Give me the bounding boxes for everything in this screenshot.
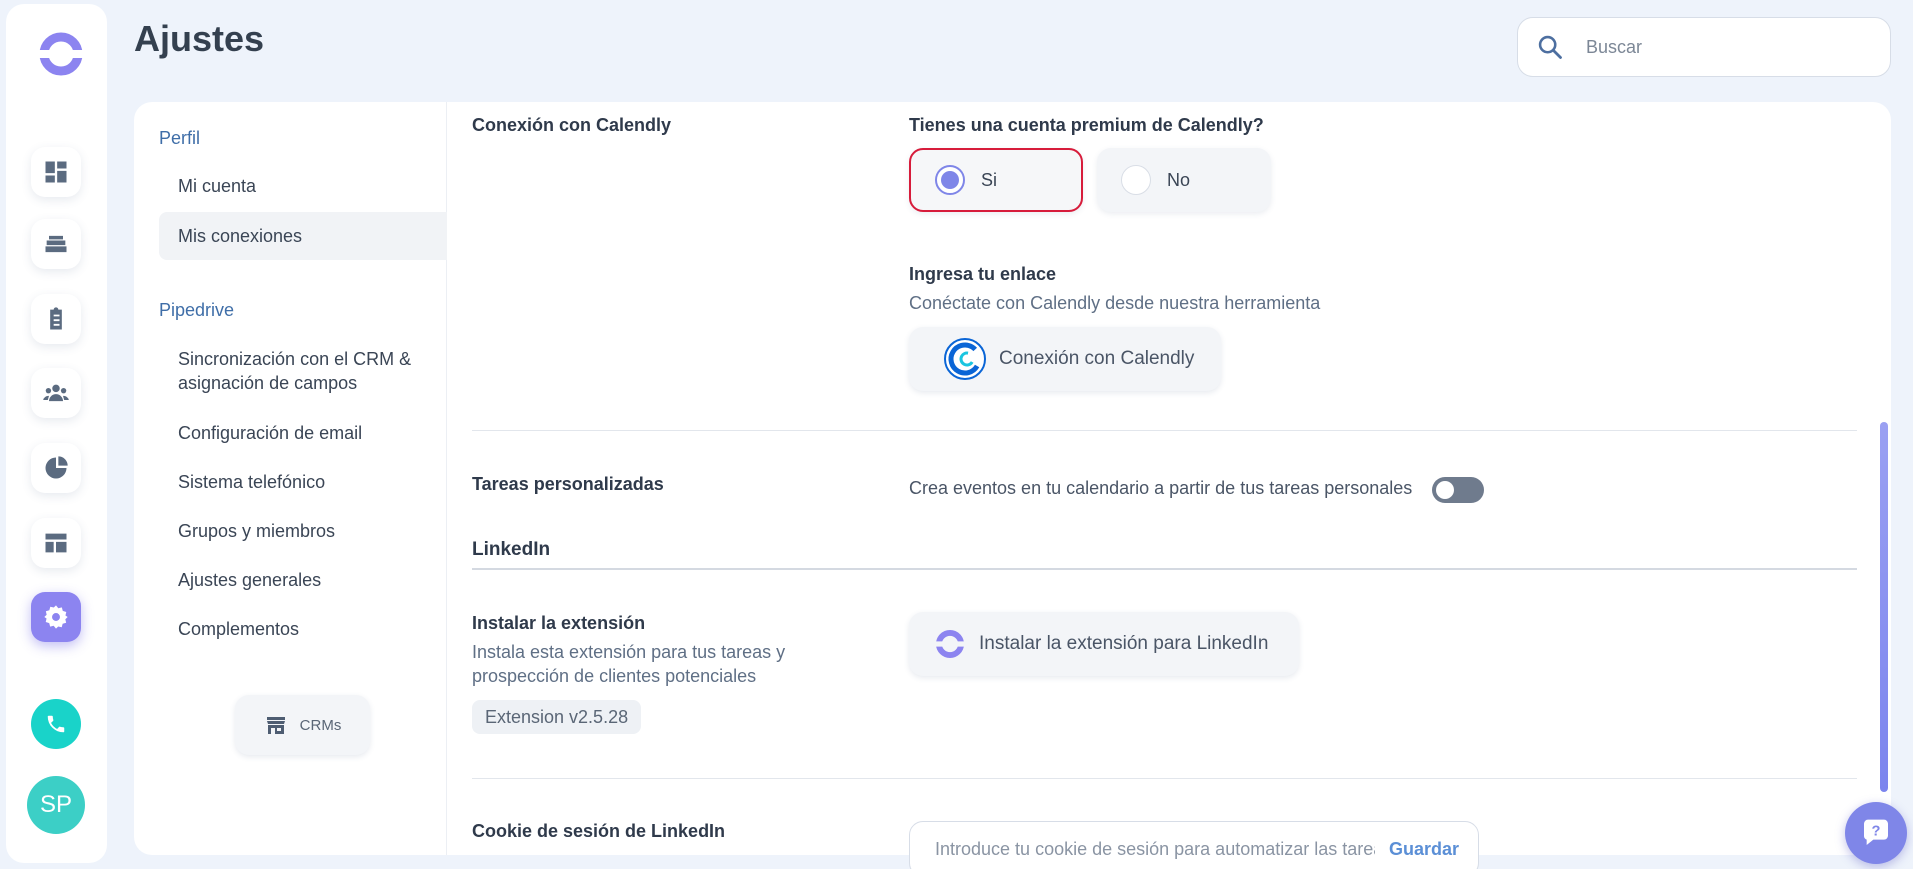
reports-icon[interactable] — [31, 443, 81, 493]
contacts-icon[interactable] — [31, 368, 81, 418]
search-icon — [1538, 35, 1562, 59]
settings-content: Conexión con Calendly Tienes una cuenta … — [472, 102, 1891, 855]
chat-help-icon: ? — [1863, 819, 1888, 845]
linkedin-heading: LinkedIn — [472, 539, 551, 560]
linkedin-install-label: Instalar la extensión — [472, 613, 646, 633]
calendly-question: Tienes una cuenta premium de Calendly? — [909, 115, 1264, 135]
calendly-link-desc: Conéctate con Calendly desde nuestra her… — [909, 293, 1321, 313]
svg-text:?: ? — [1872, 824, 1881, 840]
radio-no-indicator — [1121, 165, 1151, 195]
linkedin-cookie-field[interactable]: Guardar — [909, 821, 1479, 869]
store-icon — [266, 717, 285, 734]
subnav-item-grupos[interactable]: Grupos y miembros — [159, 519, 447, 543]
help-chat-button[interactable]: ? — [1845, 802, 1907, 864]
search-input[interactable] — [1586, 36, 1846, 58]
settings-icon[interactable] — [31, 592, 81, 642]
settings-card: Perfil Mi cuenta Mis conexiones Pipedriv… — [134, 102, 1891, 855]
divider — [472, 430, 1857, 431]
crms-label: CRMs — [299, 716, 342, 734]
app-sidebar: SP — [6, 4, 107, 863]
radio-si-label: Si — [981, 169, 998, 190]
subnav-item-email[interactable]: Configuración de email — [159, 421, 447, 445]
phone-icon — [47, 715, 65, 733]
calendly-connect-label: Conexión con Calendly — [999, 348, 1195, 369]
app-logo-icon — [935, 629, 965, 659]
calendly-connect-button[interactable]: Conexión con Calendly — [909, 327, 1221, 391]
subnav-item-telefono[interactable]: Sistema telefónico — [159, 470, 447, 494]
section-perfil: Perfil — [159, 128, 201, 148]
cookie-save-button[interactable]: Guardar — [1389, 839, 1459, 860]
inbox-icon[interactable] — [31, 219, 81, 269]
linkedin-cookie-input[interactable] — [935, 838, 1375, 860]
search-box[interactable] — [1517, 17, 1891, 77]
subnav-item-mi-cuenta[interactable]: Mi cuenta — [159, 174, 447, 198]
page-title: Ajustes — [134, 18, 265, 59]
calendly-icon — [944, 338, 986, 380]
tasks-toggle[interactable] — [1432, 477, 1484, 503]
phone-button[interactable] — [31, 699, 81, 749]
extension-version-badge: Extension v2.5.28 — [472, 700, 642, 734]
divider — [472, 568, 1857, 570]
subnav-item-ajustes-generales[interactable]: Ajustes generales — [159, 568, 447, 592]
subnav-item-sincronizacion[interactable]: Sincronización con el CRM & asignación d… — [159, 347, 429, 395]
scrollbar[interactable] — [1880, 102, 1888, 855]
radio-option-si[interactable]: Si — [909, 148, 1083, 212]
linkedin-install-desc: Instala esta extensión para tus tareas y… — [472, 642, 786, 686]
section-pipedrive: Pipedrive — [159, 300, 235, 320]
radio-option-no[interactable]: No — [1097, 148, 1271, 212]
tasks-icon[interactable] — [31, 294, 81, 344]
calendly-label: Conexión con Calendly — [472, 115, 672, 135]
linkedin-cookie-label: Cookie de sesión de LinkedIn — [472, 821, 726, 841]
radio-no-label: No — [1167, 169, 1191, 190]
linkedin-install-button-label: Instalar la extensión para LinkedIn — [979, 633, 1269, 654]
calendly-link-title: Ingresa tu enlace — [909, 264, 1057, 284]
tasks-desc: Crea eventos en tu calendario a partir d… — [909, 478, 1413, 498]
scrollbar-thumb[interactable] — [1880, 422, 1888, 792]
templates-icon[interactable] — [31, 518, 81, 568]
subnav-item-complementos[interactable]: Complementos — [159, 617, 447, 641]
radio-si-indicator — [935, 165, 965, 195]
crms-button[interactable]: CRMs — [235, 695, 370, 755]
divider — [472, 778, 1857, 779]
tasks-label: Tareas personalizadas — [472, 474, 664, 494]
subnav-item-mis-conexiones[interactable]: Mis conexiones — [159, 212, 447, 260]
settings-subnav: Perfil Mi cuenta Mis conexiones Pipedriv… — [134, 102, 447, 855]
app-logo-icon[interactable] — [38, 31, 84, 77]
dashboard-icon[interactable] — [31, 147, 81, 197]
linkedin-install-button[interactable]: Instalar la extensión para LinkedIn — [909, 612, 1299, 676]
avatar[interactable]: SP — [27, 776, 85, 834]
